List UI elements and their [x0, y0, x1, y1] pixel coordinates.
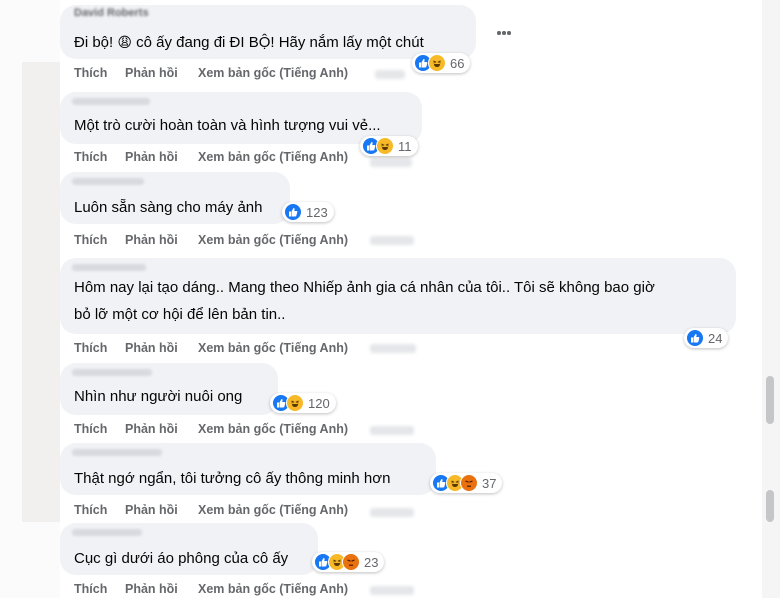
- angry-reaction-icon: [460, 474, 478, 492]
- comment-bubble: David Roberts Đi bộ! 😩 cô ấy đang đi ĐI …: [60, 5, 476, 59]
- scrollbar-thumb-lower[interactable]: [766, 490, 774, 522]
- comment-bubble: Nhìn như người nuôi ong: [60, 363, 278, 415]
- reaction-summary[interactable]: 24: [684, 328, 729, 348]
- like-button[interactable]: Thích: [74, 341, 107, 355]
- avatar-column-shade: [22, 62, 60, 522]
- comment-text: Đi bộ! 😩 cô ấy đang đi ĐI BỘ! Hãy nắm lấ…: [74, 34, 424, 51]
- comment-text-line-2: bỏ lỡ một cơ hội để lên bản tin..: [74, 306, 286, 323]
- scrollbar-thumb[interactable]: [766, 376, 774, 424]
- reaction-count: 24: [708, 330, 723, 346]
- reply-button[interactable]: Phản hồi: [125, 66, 178, 80]
- reaction-summary[interactable]: 23: [312, 552, 385, 572]
- weary-emoji: 😩: [117, 35, 132, 51]
- see-original-button[interactable]: Xem bản gốc (Tiếng Anh): [198, 582, 348, 596]
- comment-author[interactable]: [72, 529, 142, 536]
- like-reaction-icon: [686, 329, 704, 347]
- reaction-count: 23: [364, 554, 379, 570]
- like-button[interactable]: Thích: [74, 150, 107, 164]
- timestamp[interactable]: [370, 236, 414, 245]
- see-original-button[interactable]: Xem bản gốc (Tiếng Anh): [198, 341, 348, 355]
- comment-author[interactable]: [72, 449, 162, 456]
- timestamp[interactable]: [370, 158, 412, 167]
- reaction-count: 11: [398, 138, 412, 154]
- reaction-summary[interactable]: 37: [430, 473, 503, 493]
- see-original-button[interactable]: Xem bản gốc (Tiếng Anh): [198, 150, 348, 164]
- like-reaction-icon: [284, 203, 302, 221]
- like-button[interactable]: Thích: [74, 503, 107, 517]
- comment-text: Một trò cười hoàn toàn và hình tượng vui…: [74, 117, 381, 134]
- comment-text: Thật ngớ ngẩn, tôi tưởng cô ấy thông min…: [74, 470, 391, 487]
- haha-reaction-icon: [286, 394, 304, 412]
- left-gutter: [0, 0, 60, 598]
- comment-bubble: Cục gì dưới áo phông của cô ấy: [60, 523, 318, 575]
- reaction-count: 66: [450, 55, 465, 71]
- scrollbar-track[interactable]: [762, 0, 780, 598]
- comment-text: Luôn sẵn sàng cho máy ảnh: [74, 199, 263, 216]
- see-original-button[interactable]: Xem bản gốc (Tiếng Anh): [198, 503, 348, 517]
- like-button[interactable]: Thích: [74, 582, 107, 596]
- comment-bubble: Thật ngớ ngẩn, tôi tưởng cô ấy thông min…: [60, 443, 436, 495]
- more-options-icon[interactable]: [497, 31, 511, 35]
- timestamp[interactable]: [370, 426, 414, 435]
- angry-reaction-icon: [342, 553, 360, 571]
- timestamp[interactable]: [370, 508, 414, 517]
- reply-button[interactable]: Phản hồi: [125, 503, 178, 517]
- comment-author[interactable]: David Roberts: [74, 7, 149, 19]
- reply-button[interactable]: Phản hồi: [125, 150, 178, 164]
- comment-bubble: Luôn sẵn sàng cho máy ảnh: [60, 172, 290, 224]
- comment-author[interactable]: [72, 369, 152, 376]
- reply-button[interactable]: Phản hồi: [125, 233, 178, 247]
- see-original-button[interactable]: Xem bản gốc (Tiếng Anh): [198, 422, 348, 436]
- timestamp[interactable]: [370, 344, 416, 353]
- comment-text: Nhìn như người nuôi ong: [74, 388, 243, 405]
- see-original-button[interactable]: Xem bản gốc (Tiếng Anh): [198, 233, 348, 247]
- reply-button[interactable]: Phản hồi: [125, 582, 178, 596]
- reaction-summary[interactable]: 66: [412, 53, 471, 73]
- reaction-count: 123: [306, 204, 328, 220]
- reaction-summary[interactable]: 120: [270, 393, 336, 413]
- reply-button[interactable]: Phản hồi: [125, 341, 178, 355]
- reaction-count: 120: [308, 395, 330, 411]
- like-button[interactable]: Thích: [74, 422, 107, 436]
- reaction-summary[interactable]: 11: [360, 136, 418, 156]
- see-original-button[interactable]: Xem bản gốc (Tiếng Anh): [198, 66, 348, 80]
- comment-author[interactable]: [72, 178, 144, 185]
- haha-reaction-icon: [428, 54, 446, 72]
- comment-bubble: Hôm nay lại tạo dáng.. Mang theo Nhiếp ả…: [60, 258, 736, 334]
- reaction-count: 37: [482, 475, 497, 491]
- reaction-summary[interactable]: 123: [282, 202, 334, 222]
- comment-text-line-1: Hôm nay lại tạo dáng.. Mang theo Nhiếp ả…: [74, 279, 655, 296]
- comment-author[interactable]: [72, 98, 150, 105]
- like-button[interactable]: Thích: [74, 233, 107, 247]
- reply-button[interactable]: Phản hồi: [125, 422, 178, 436]
- comment-text: Cục gì dưới áo phông của cô ấy: [74, 550, 289, 567]
- timestamp[interactable]: [375, 70, 405, 79]
- like-button[interactable]: Thích: [74, 66, 107, 80]
- comment-author[interactable]: [72, 264, 146, 271]
- timestamp[interactable]: [370, 586, 414, 595]
- haha-reaction-icon: [376, 137, 394, 155]
